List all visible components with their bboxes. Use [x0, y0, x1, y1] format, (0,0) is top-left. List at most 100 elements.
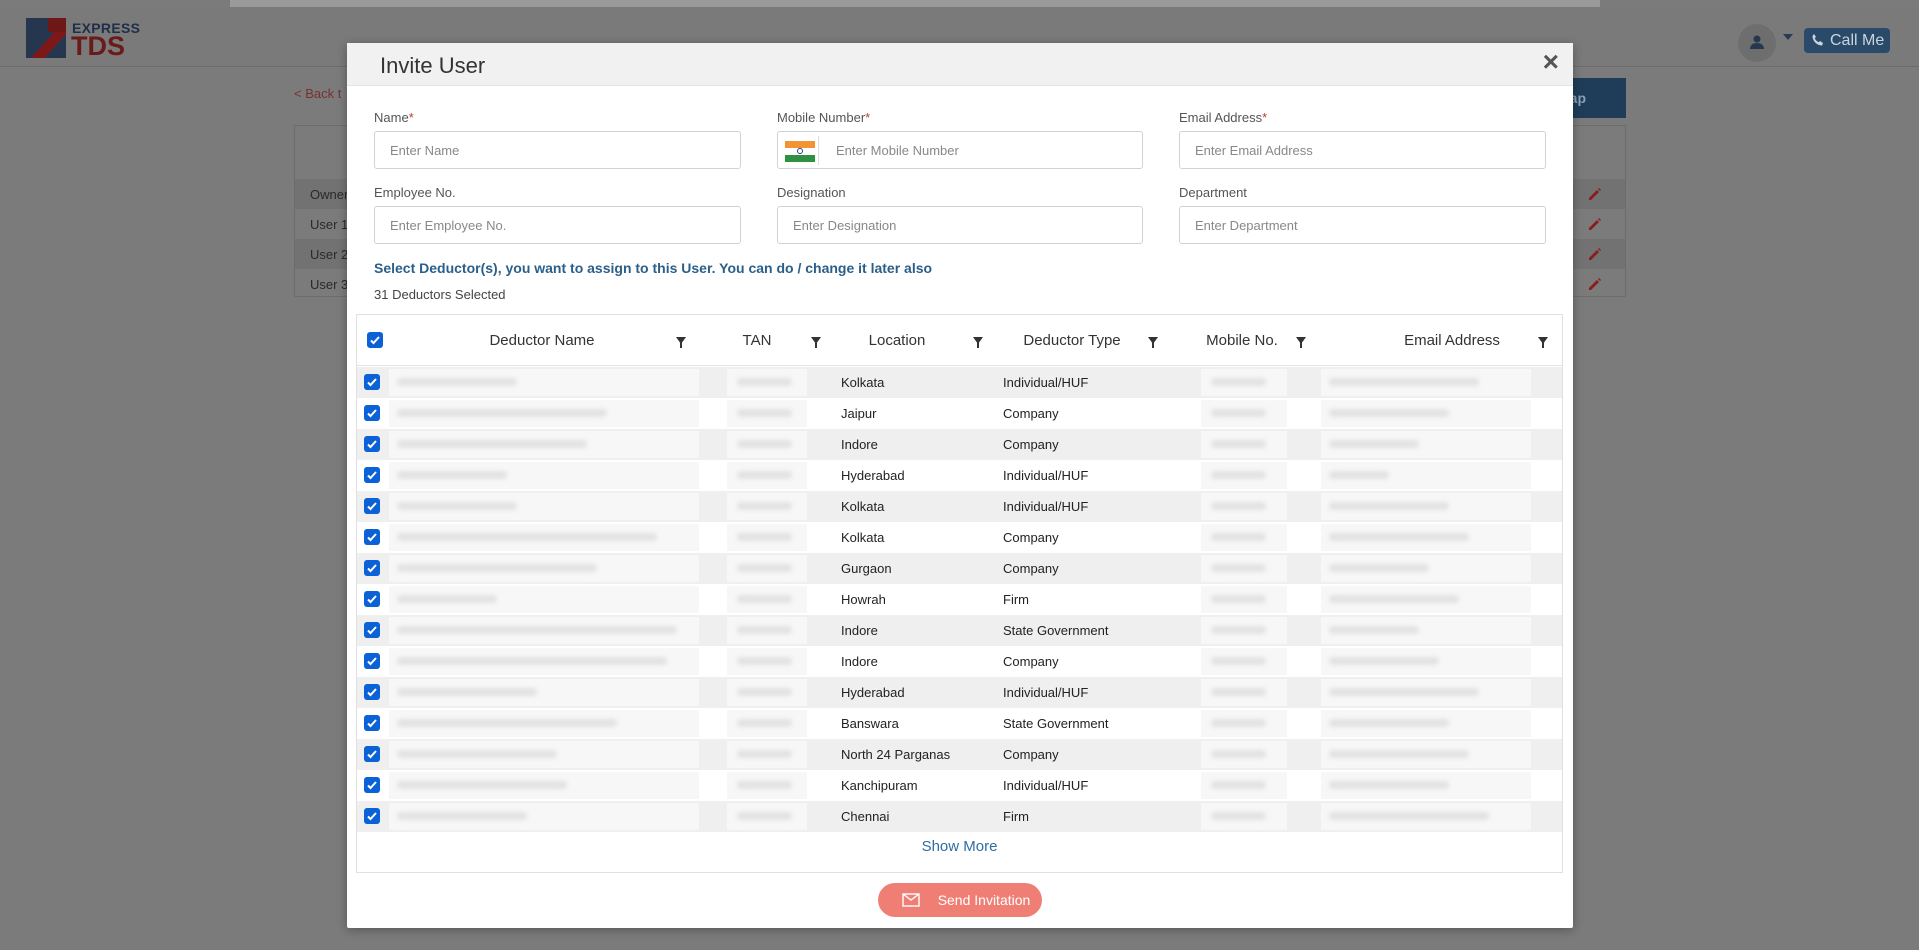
- table-row[interactable]: Gurgaon Company: [357, 553, 1562, 584]
- filter-icon[interactable]: [1148, 337, 1158, 348]
- table-row[interactable]: Chennai Firm: [357, 801, 1562, 832]
- edit-icon[interactable]: [1587, 216, 1603, 232]
- redacted-tan: [727, 679, 807, 706]
- redacted-email: [1321, 648, 1531, 675]
- row-checkbox[interactable]: [364, 591, 380, 607]
- redacted-deductor-name: [389, 493, 699, 520]
- edit-icon[interactable]: [1587, 276, 1603, 292]
- row-checkbox[interactable]: [364, 777, 380, 793]
- filter-icon[interactable]: [811, 337, 821, 348]
- row-checkbox[interactable]: [364, 808, 380, 824]
- check-icon: [367, 595, 377, 604]
- deductor-type-cell: Company: [1003, 654, 1059, 669]
- row-checkbox[interactable]: [364, 560, 380, 576]
- deductor-type-cell: Firm: [1003, 592, 1029, 607]
- user-role: User 1: [310, 217, 349, 232]
- redacted-tan: [727, 772, 807, 799]
- deductor-type-cell: State Government: [1003, 716, 1109, 731]
- redacted-deductor-name: [389, 710, 699, 737]
- row-checkbox[interactable]: [364, 405, 380, 421]
- row-checkbox[interactable]: [364, 467, 380, 483]
- edit-icon[interactable]: [1587, 186, 1603, 202]
- table-row[interactable]: Hyderabad Individual/HUF: [357, 460, 1562, 491]
- invite-user-modal: Invite User × Name* Mobile Number* Email…: [347, 43, 1573, 928]
- deductor-grid: Deductor Name TAN Location Deductor Type…: [356, 314, 1563, 873]
- filter-icon[interactable]: [676, 337, 686, 348]
- check-icon: [367, 440, 377, 449]
- redacted-email: [1321, 462, 1531, 489]
- row-checkbox[interactable]: [364, 715, 380, 731]
- mobile-input[interactable]: [823, 132, 1133, 168]
- redacted-deductor-name: [389, 772, 699, 799]
- table-row[interactable]: Howrah Firm: [357, 584, 1562, 615]
- employee-label: Employee No.: [374, 185, 456, 200]
- department-input[interactable]: [1179, 206, 1546, 244]
- chevron-down-icon[interactable]: [1783, 34, 1793, 40]
- name-input[interactable]: [374, 131, 741, 169]
- row-checkbox[interactable]: [364, 746, 380, 762]
- redacted-mobile: [1201, 679, 1287, 706]
- table-row[interactable]: Jaipur Company: [357, 398, 1562, 429]
- table-row[interactable]: Kolkata Individual/HUF: [357, 367, 1562, 398]
- email-input[interactable]: [1179, 131, 1546, 169]
- india-flag-icon[interactable]: [781, 136, 819, 165]
- redacted-email: [1321, 431, 1531, 458]
- designation-label: Designation: [777, 185, 846, 200]
- call-me-button[interactable]: Call Me: [1804, 28, 1890, 53]
- col-location[interactable]: Location: [837, 315, 957, 366]
- redacted-mobile: [1201, 524, 1287, 551]
- check-icon: [367, 812, 377, 821]
- table-row[interactable]: Hyderabad Individual/HUF: [357, 677, 1562, 708]
- table-row[interactable]: Indore State Government: [357, 615, 1562, 646]
- user-avatar[interactable]: [1738, 24, 1776, 62]
- table-row[interactable]: Indore Company: [357, 429, 1562, 460]
- redacted-mobile: [1201, 431, 1287, 458]
- col-deductor-name[interactable]: Deductor Name: [397, 315, 687, 366]
- logo-tds-text: TDS: [71, 31, 125, 61]
- employee-input[interactable]: [374, 206, 741, 244]
- user-icon: [1750, 35, 1764, 49]
- select-all-checkbox[interactable]: [367, 332, 383, 348]
- col-tan[interactable]: TAN: [707, 315, 807, 366]
- redacted-deductor-name: [389, 586, 699, 613]
- back-link[interactable]: < Back t: [294, 86, 341, 101]
- row-checkbox[interactable]: [364, 622, 380, 638]
- close-icon[interactable]: ×: [1543, 48, 1559, 76]
- check-icon: [370, 336, 380, 345]
- row-checkbox[interactable]: [364, 374, 380, 390]
- user-role: User 3: [310, 277, 349, 292]
- table-row[interactable]: Banswara State Government: [357, 708, 1562, 739]
- browser-top-strip: [230, 0, 1600, 7]
- filter-icon[interactable]: [1538, 337, 1548, 348]
- row-checkbox[interactable]: [364, 653, 380, 669]
- row-checkbox[interactable]: [364, 498, 380, 514]
- show-more-link[interactable]: Show More: [357, 838, 1562, 855]
- col-deductor-type[interactable]: Deductor Type: [977, 315, 1167, 366]
- edit-icon[interactable]: [1587, 246, 1603, 262]
- redacted-tan: [727, 493, 807, 520]
- table-row[interactable]: Kolkata Individual/HUF: [357, 491, 1562, 522]
- express-tds-logo[interactable]: EXPRESS TDS: [26, 18, 146, 62]
- table-row[interactable]: North 24 Parganas Company: [357, 739, 1562, 770]
- row-checkbox[interactable]: [364, 529, 380, 545]
- designation-input[interactable]: [777, 206, 1143, 244]
- row-checkbox[interactable]: [364, 684, 380, 700]
- deductor-type-cell: Individual/HUF: [1003, 375, 1089, 390]
- location-cell: Indore: [841, 654, 878, 669]
- check-icon: [367, 750, 377, 759]
- table-row[interactable]: Kolkata Company: [357, 522, 1562, 553]
- deductor-type-cell: Company: [1003, 530, 1059, 545]
- col-mobile-no[interactable]: Mobile No.: [1177, 315, 1307, 366]
- call-me-label: Call Me: [1830, 32, 1885, 49]
- check-icon: [367, 719, 377, 728]
- filter-icon[interactable]: [1296, 337, 1306, 348]
- location-cell: Kolkata: [841, 499, 885, 514]
- row-checkbox[interactable]: [364, 436, 380, 452]
- send-invitation-button[interactable]: Send Invitation: [878, 883, 1042, 917]
- user-role: Owner: [310, 187, 349, 202]
- table-row[interactable]: Indore Company: [357, 646, 1562, 677]
- redacted-tan: [727, 586, 807, 613]
- deductor-type-cell: Company: [1003, 437, 1059, 452]
- table-row[interactable]: Kanchipuram Individual/HUF: [357, 770, 1562, 801]
- redacted-mobile: [1201, 555, 1287, 582]
